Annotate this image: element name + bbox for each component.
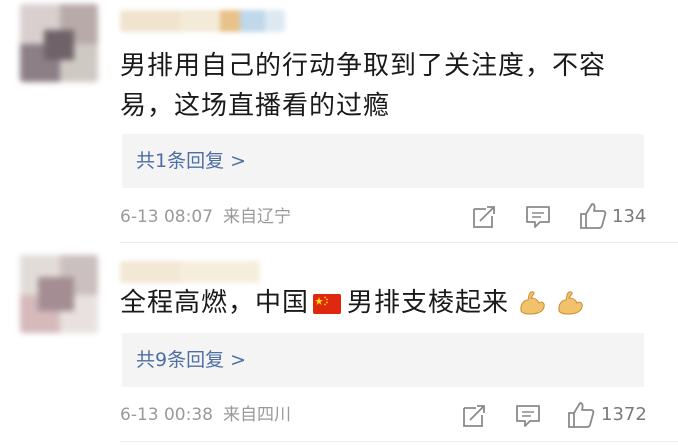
thumbs-up-icon[interactable]: [566, 400, 596, 430]
timestamp: 6-13 00:38: [120, 405, 213, 425]
comment-item: 全程高燃，中国 男排支棱起来 共9条回复 > 6-13 00:38 来自四川 13…: [0, 245, 678, 445]
flexed-biceps-emoji: [557, 291, 583, 315]
avatar[interactable]: [20, 4, 98, 82]
location: 来自辽宁: [222, 207, 291, 227]
username[interactable]: [120, 10, 285, 32]
replies-label: 共9条回复 >: [136, 349, 247, 371]
username[interactable]: [120, 261, 260, 283]
comment-meta: 6-13 00:38 来自四川: [120, 403, 291, 427]
comment-text-part: 全程高燃，中国: [120, 288, 310, 318]
comment-item: 男排用自己的行动争取到了关注度，不容 易，这场直播看的过瘾 共1条回复 > 6-…: [0, 0, 678, 245]
divider: [120, 441, 678, 442]
comment-text-line: 易，这场直播看的过瘾: [120, 91, 391, 121]
share-icon[interactable]: [470, 203, 498, 231]
comment-icon[interactable]: [514, 402, 542, 430]
comment-icon[interactable]: [524, 203, 552, 231]
replies-link[interactable]: 共1条回复 >: [122, 134, 644, 188]
location: 来自四川: [222, 405, 291, 425]
replies-label: 共1条回复 >: [136, 150, 247, 172]
timestamp: 6-13 08:07: [120, 207, 213, 227]
like-count: 134: [612, 206, 647, 227]
china-flag-emoji: [313, 294, 342, 314]
avatar[interactable]: [20, 255, 98, 333]
replies-link[interactable]: 共9条回复 >: [122, 333, 644, 387]
share-icon[interactable]: [460, 402, 488, 430]
comment-text: 男排用自己的行动争取到了关注度，不容 易，这场直播看的过瘾: [120, 46, 640, 126]
comment-text-part: 男排支棱起来: [347, 288, 510, 318]
comment-meta: 6-13 08:07 来自辽宁: [120, 205, 291, 229]
flexed-biceps-emoji: [520, 291, 545, 315]
like-count: 1372: [601, 404, 647, 425]
divider: [120, 242, 678, 243]
comment-text-line: 男排用自己的行动争取到了关注度，不容: [120, 51, 607, 81]
thumbs-up-icon[interactable]: [578, 201, 608, 231]
comment-text: 全程高燃，中国 男排支棱起来: [120, 283, 640, 323]
